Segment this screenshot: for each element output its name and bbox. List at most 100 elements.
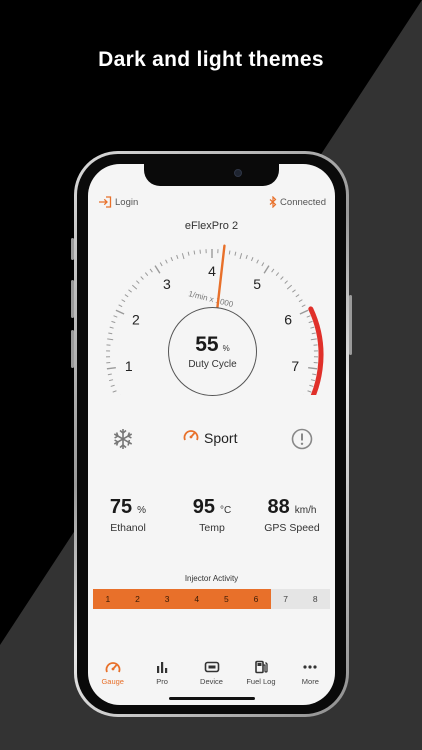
gauge-minor-tick bbox=[181, 253, 185, 260]
gauge-minor-tick bbox=[312, 373, 317, 376]
more-dots-icon bbox=[302, 660, 318, 674]
injector-activity-title: Injector Activity bbox=[184, 574, 239, 583]
gauge-minor-tick bbox=[140, 276, 144, 280]
gauge-minor-tick bbox=[109, 326, 114, 329]
bar-chart-icon bbox=[155, 660, 169, 674]
gps-speed-value: 88 bbox=[267, 496, 290, 518]
bluetooth-icon bbox=[269, 196, 277, 208]
injector-cell-5: 5 bbox=[211, 589, 242, 609]
gauge-minor-tick bbox=[311, 332, 316, 335]
gauge-minor-tick bbox=[284, 280, 288, 284]
app-screen: Login Connected eFlexPro 2 0123456781/mi… bbox=[88, 164, 335, 705]
login-button[interactable]: Login bbox=[98, 196, 138, 208]
connection-status-label: Connected bbox=[280, 196, 326, 208]
duty-cycle-value: 55 bbox=[195, 333, 219, 356]
gauge-minor-tick bbox=[298, 299, 303, 303]
tab-more[interactable]: More bbox=[286, 660, 335, 694]
gauge-minor-tick bbox=[292, 289, 296, 293]
gauge-minor-tick bbox=[306, 315, 311, 318]
gauge-minor-tick bbox=[165, 259, 168, 264]
injector-cell-6: 6 bbox=[241, 589, 271, 609]
gauge-minor-tick bbox=[256, 259, 259, 264]
gauge-label: 3 bbox=[163, 276, 171, 292]
stat-ethanol: 75 % Ethanol bbox=[88, 496, 168, 534]
login-label: Login bbox=[115, 196, 139, 208]
gauge-minor-tick bbox=[170, 257, 174, 262]
gauge-minor-tick bbox=[234, 251, 237, 256]
gauge-redline-arc bbox=[308, 306, 324, 395]
duty-cycle-display: 55 % Duty Cycle bbox=[168, 307, 257, 396]
tab-bar: Gauge Pro Device Fuel Log More bbox=[88, 660, 335, 694]
gauge-minor-tick bbox=[118, 304, 123, 308]
gauge-icon bbox=[105, 660, 121, 674]
gauge-minor-tick bbox=[107, 338, 114, 341]
gauge-minor-tick bbox=[112, 390, 117, 393]
tab-gauge[interactable]: Gauge bbox=[88, 660, 137, 694]
gauge-minor-tick bbox=[250, 257, 254, 262]
ethanol-value: 75 bbox=[109, 496, 133, 518]
injector-cell-8: 8 bbox=[300, 589, 330, 609]
tab-device[interactable]: Device bbox=[187, 660, 236, 694]
gauge-major-tick bbox=[154, 265, 161, 274]
gauge-label: 6 bbox=[284, 312, 292, 328]
phone-power-button bbox=[349, 295, 352, 355]
gauge-minor-tick bbox=[309, 384, 314, 387]
gauge-label: 1 bbox=[125, 358, 133, 374]
tab-fuel-log-label: Fuel Log bbox=[246, 677, 276, 686]
gauge-minor-tick bbox=[128, 289, 132, 293]
injector-cell-4: 4 bbox=[181, 589, 212, 609]
gauge-major-tick bbox=[299, 309, 309, 315]
stat-gps-speed: 88 km/h GPS Speed bbox=[252, 496, 332, 534]
connection-status[interactable]: Connected bbox=[269, 196, 326, 208]
gauge-minor-tick bbox=[301, 304, 306, 308]
snowflake-icon[interactable] bbox=[112, 428, 134, 455]
gauge-major-tick bbox=[263, 265, 270, 274]
injector-cell-1: 1 bbox=[93, 589, 123, 609]
tab-pro[interactable]: Pro bbox=[137, 660, 186, 694]
ethanol-unit: % bbox=[137, 505, 147, 516]
gauge-minor-tick bbox=[144, 272, 149, 277]
phone-notch bbox=[144, 164, 279, 186]
gauge-label: 7 bbox=[291, 358, 299, 374]
gauge-major-tick bbox=[106, 366, 116, 370]
tab-device-label: Device bbox=[200, 677, 223, 686]
login-icon bbox=[98, 196, 112, 208]
gps-speed-label: GPS Speed bbox=[264, 522, 320, 534]
gauge-minor-tick bbox=[193, 250, 196, 255]
gauge-minor-tick bbox=[149, 268, 153, 273]
gauge-minor-tick bbox=[239, 253, 243, 260]
gauge-minor-tick bbox=[107, 373, 112, 376]
tab-gauge-label: Gauge bbox=[101, 677, 124, 686]
gauge-minor-tick bbox=[275, 272, 280, 277]
gauge-minor-tick bbox=[280, 276, 284, 280]
gauge-minor-tick bbox=[286, 284, 293, 290]
gps-speed-unit: km/h bbox=[294, 505, 317, 516]
gauge-minor-tick bbox=[159, 262, 163, 267]
gauge-label: 5 bbox=[253, 276, 261, 292]
alert-circle-icon[interactable] bbox=[291, 428, 313, 455]
mode-row: Sport bbox=[88, 426, 335, 452]
gauge-minor-tick bbox=[310, 338, 317, 341]
drive-mode-label: Sport bbox=[204, 429, 238, 446]
device-icon bbox=[204, 660, 220, 674]
gauge-major-tick bbox=[308, 366, 318, 370]
stat-temp: 95 °C Temp bbox=[172, 496, 252, 534]
gauge-minor-tick bbox=[187, 251, 190, 256]
gauge-minor-tick bbox=[111, 320, 116, 324]
tab-more-label: More bbox=[301, 677, 319, 686]
injector-activity-bar: 12345678 bbox=[93, 589, 330, 609]
injector-cell-7: 7 bbox=[270, 589, 301, 609]
gauge-minor-tick bbox=[228, 250, 231, 255]
gauge-minor-tick bbox=[109, 379, 114, 382]
gauge-minor-tick bbox=[136, 280, 140, 284]
drive-mode-selector[interactable]: Sport bbox=[183, 428, 237, 447]
temp-unit: °C bbox=[220, 505, 232, 516]
top-bar: Login Connected bbox=[98, 194, 326, 210]
gauge-minor-tick bbox=[271, 268, 275, 273]
tab-fuel-log[interactable]: Fuel Log bbox=[236, 660, 285, 694]
gauge-minor-tick bbox=[295, 294, 300, 298]
gauge-major-tick bbox=[115, 309, 125, 315]
gauge-minor-tick bbox=[121, 299, 126, 303]
duty-cycle-unit: % bbox=[222, 344, 230, 353]
temp-value: 95 bbox=[192, 496, 215, 518]
